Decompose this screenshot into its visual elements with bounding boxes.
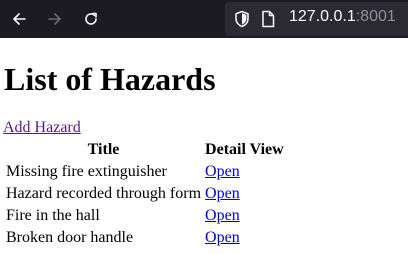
forward-button[interactable] <box>43 7 67 31</box>
hazard-title: Fire in the hall <box>6 207 100 224</box>
back-button[interactable] <box>7 7 31 31</box>
detail-cell: Open <box>204 206 285 226</box>
open-link[interactable]: Open <box>205 185 240 202</box>
table-row: Broken door handle Open <box>5 228 285 248</box>
url-port: :8001 <box>355 8 396 25</box>
table-row: Fire in the hall Open <box>5 206 285 226</box>
open-link[interactable]: Open <box>205 207 240 224</box>
url-text[interactable]: 127.0.0.1:8001 <box>289 8 396 26</box>
browser-toolbar: 127.0.0.1:8001 <box>0 0 408 38</box>
hazard-title: Broken door handle <box>6 229 134 246</box>
table-row: Missing fire extinguisher Open <box>5 162 285 182</box>
page-title: List of Hazards <box>4 61 216 97</box>
hazard-title: Hazard recorded through form <box>6 185 202 202</box>
reload-icon <box>85 12 97 25</box>
table-row: Hazard recorded through form Open <box>5 184 285 204</box>
detail-cell: Open <box>204 228 285 248</box>
page-icon[interactable] <box>261 10 275 33</box>
arrow-left-icon <box>13 13 26 25</box>
url-bar[interactable]: 127.0.0.1:8001 <box>225 2 408 36</box>
hazards-table: Title Detail View Missing fire extinguis… <box>3 138 287 250</box>
open-link[interactable]: Open <box>205 163 240 180</box>
add-hazard-link[interactable]: Add Hazard <box>3 119 81 137</box>
open-link[interactable]: Open <box>205 229 240 246</box>
detail-cell: Open <box>204 162 285 182</box>
reload-button[interactable] <box>79 7 103 31</box>
detail-cell: Open <box>204 184 285 204</box>
shield-icon[interactable] <box>234 10 250 33</box>
column-header-detail-view: Detail View <box>205 141 284 158</box>
page-content: List of Hazards Add Hazard Title Detail … <box>0 38 408 254</box>
table-header-row: Title Detail View <box>5 140 285 160</box>
url-host: 127.0.0.1 <box>289 8 356 25</box>
column-header-title: Title <box>87 141 120 158</box>
arrow-right-icon <box>48 13 61 25</box>
hazard-title: Missing fire extinguisher <box>6 163 167 180</box>
